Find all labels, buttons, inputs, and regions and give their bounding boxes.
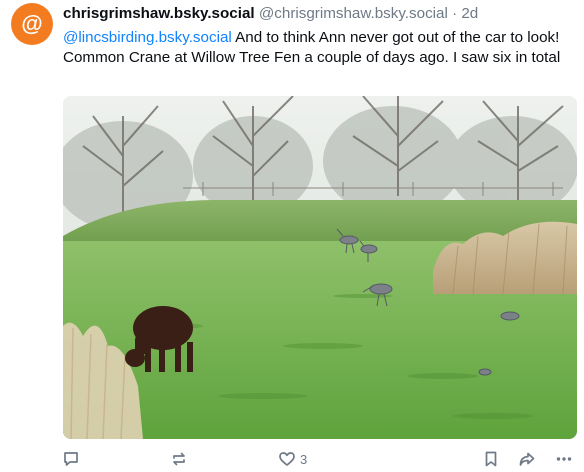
post-text: @lincsbirding.bsky.social And to think A…: [63, 28, 575, 68]
avatar-glyph: @: [21, 10, 43, 36]
post[interactable]: @ chrisgrimshaw.bsky.social @chrisgrimsh…: [0, 0, 584, 472]
repost-button[interactable]: [170, 447, 188, 471]
separator: ·: [447, 5, 462, 22]
author-handle[interactable]: @chrisgrimshaw.bsky.social: [259, 5, 448, 22]
post-header: chrisgrimshaw.bsky.social @chrisgrimshaw…: [63, 5, 578, 25]
more-options-button[interactable]: [555, 447, 573, 471]
display-name[interactable]: chrisgrimshaw.bsky.social: [63, 5, 255, 22]
mention-link[interactable]: @lincsbirding.bsky.social: [63, 29, 232, 46]
like-count: 3: [300, 451, 308, 467]
share-arrow-icon: [518, 450, 536, 468]
bookmark-icon: [482, 450, 500, 468]
heart-icon: [278, 450, 296, 468]
post-image[interactable]: [63, 96, 577, 439]
reply-button[interactable]: [62, 447, 80, 471]
share-button[interactable]: [518, 447, 536, 471]
repost-arrows-icon: [170, 450, 188, 468]
timestamp[interactable]: 2d: [461, 5, 478, 22]
field-photo: [63, 96, 577, 439]
bookmark-button[interactable]: [482, 447, 500, 471]
action-bar: 3: [60, 447, 580, 471]
ellipsis-icon: [555, 450, 573, 468]
speech-bubble-icon: [62, 450, 80, 468]
like-button[interactable]: 3: [278, 447, 307, 471]
avatar[interactable]: @: [11, 3, 53, 45]
